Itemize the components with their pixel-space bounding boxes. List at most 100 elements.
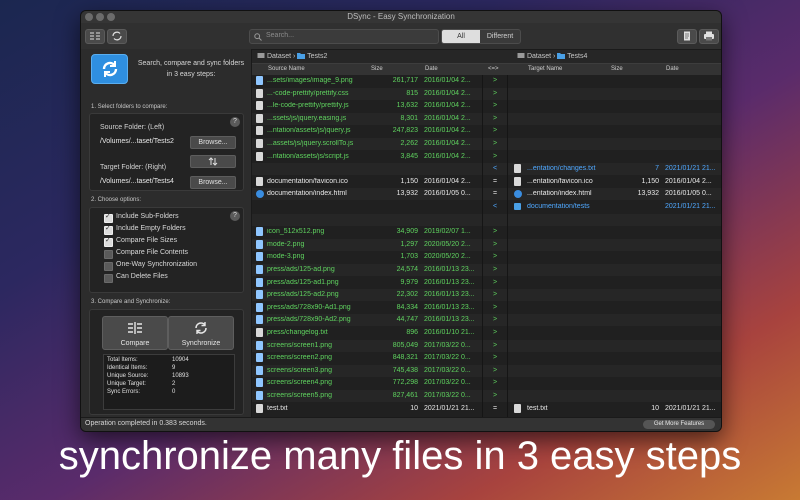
table-row[interactable]: press/ads/125-ad.png 24,574 2016/01/13 23.… [252, 264, 721, 276]
col-source-name[interactable]: Source Name [268, 66, 305, 72]
source-name: icon_512x512.png [267, 228, 325, 236]
compare-icon [128, 322, 142, 334]
table-row[interactable]: screens/screen3.png 745,438 2017/03/22 0..… [252, 364, 721, 377]
table-row[interactable]: ...assets/js/jquery.scrollTo.js 2,262 2016… [252, 138, 721, 150]
table-row[interactable] [252, 213, 721, 226]
stat-value: 10904 [172, 357, 189, 363]
image-file-icon [256, 340, 263, 350]
compare-result: > [492, 392, 498, 399]
col-target-name[interactable]: Target Name [528, 66, 562, 72]
table-row[interactable]: documentation/index.html 13,932 2016/01/05… [252, 188, 721, 201]
source-date: 2017/03/22 0... [424, 341, 471, 349]
col-target-date[interactable]: Date [666, 66, 679, 72]
get-more-features-button[interactable]: Get More Features [643, 420, 715, 429]
table-row[interactable]: press/changelog.txt 896 2016/01/10 21... > [252, 327, 721, 339]
table-row[interactable]: press/ads/125-ad1.png 9,979 2016/01/13 23.… [252, 277, 721, 289]
table-row[interactable]: ...sets/images/image_9.png 261,717 2016/01… [252, 75, 721, 87]
table-row[interactable]: ...ntation/assets/js/jquery.js 247,823 201… [252, 125, 721, 137]
table-row[interactable]: press/ads/728x90-Ad2.png 44,747 2016/01/13… [252, 314, 721, 327]
compare-button[interactable]: Compare [102, 316, 168, 350]
breadcrumb-folder: Tests2 [307, 53, 328, 60]
table-row[interactable]: documentation/favicon.ico 1,150 2016/01/04… [252, 176, 721, 188]
table-row[interactable]: screens/screen4.png 772,298 2017/03/22 0..… [252, 377, 721, 389]
source-date: 2016/01/04 2... [424, 102, 471, 110]
filter-all-button[interactable]: All [442, 30, 480, 43]
col-source-size[interactable]: Size [371, 66, 383, 72]
table-row[interactable]: ...ssets/js/jquery.easing.js 8,301 2016/01… [252, 112, 721, 125]
table-row[interactable]: < documentation/tests 2021/01/21 21... [252, 201, 721, 213]
source-size: 44,747 [396, 316, 418, 324]
compare-result: > [492, 303, 498, 311]
checkbox[interactable] [104, 236, 113, 247]
print-button[interactable] [699, 29, 719, 44]
source-size: 22,302 [396, 291, 418, 299]
image-file-icon [256, 391, 263, 400]
source-name: press/changelog.txt [267, 329, 328, 336]
checkbox[interactable] [104, 224, 113, 235]
target-name: ...entation/changes.txt [527, 165, 596, 173]
source-date: 2016/01/13 23... [424, 278, 475, 286]
checkbox[interactable] [104, 274, 113, 283]
col-source-date[interactable]: Date [425, 66, 438, 72]
synchronize-button[interactable]: Synchronize [168, 316, 234, 350]
compare-result: > [492, 228, 498, 236]
file-icon [256, 113, 263, 123]
compare-result: > [492, 240, 498, 248]
col-target-size[interactable]: Size [611, 66, 623, 72]
swap-icon [208, 157, 218, 166]
table-row[interactable]: screens/screen1.png 805,049 2017/03/22 0..… [252, 339, 721, 352]
help-icon[interactable]: ? [230, 117, 240, 127]
toolbar: Search... All Different [81, 23, 721, 50]
compare-result: > [492, 127, 498, 135]
checkbox[interactable] [104, 212, 113, 223]
table-row[interactable]: mode-2.png 1,297 2020/05/20 2... > [252, 238, 721, 251]
source-size: 896 [406, 329, 418, 336]
target-date: 2016/01/05 0... [665, 190, 712, 198]
image-file-icon [256, 378, 263, 388]
source-date: 2016/01/13 23... [424, 303, 475, 311]
table-row[interactable]: ...-code-prettify/prettify.css 815 2016/01… [252, 87, 721, 100]
source-size: 1,150 [400, 177, 418, 185]
target-browse-button[interactable]: Browse... [190, 176, 236, 189]
filter-segmented-control[interactable]: All Different [441, 29, 521, 44]
table-row[interactable]: ...ntation/assets/js/script.js 3,845 2016/… [252, 151, 721, 163]
filter-different-button[interactable]: Different [480, 30, 520, 43]
table-row[interactable]: mode-3.png 1,703 2020/05/20 2... > [252, 251, 721, 263]
compare-result: = [492, 177, 498, 185]
target-name: documentation/tests [527, 203, 590, 210]
file-icon [256, 126, 263, 136]
breadcrumb-root: Dataset [266, 53, 292, 60]
image-file-icon [256, 252, 263, 262]
table-row[interactable]: ...le-code-prettify/prettify.js 13,632 201… [252, 100, 721, 112]
source-date: 2017/03/22 0... [424, 379, 471, 387]
checkbox[interactable] [104, 262, 113, 271]
swap-folders-button[interactable] [190, 155, 236, 168]
table-row[interactable]: icon_512x512.png 34,909 2019/02/07 1... > [252, 226, 721, 238]
source-date: 2020/05/20 2... [424, 253, 471, 261]
source-date: 2016/01/13 23... [424, 266, 475, 273]
file-comparison-list[interactable]: ...sets/images/image_9.png 261,717 2016/01… [252, 75, 721, 417]
source-name: press/ads/125-ad2.png [267, 291, 339, 299]
checkbox[interactable] [104, 250, 113, 259]
source-size: 247,823 [392, 127, 418, 135]
table-row[interactable]: press/ads/728x90-Ad1.png 84,334 2016/01/13… [252, 302, 721, 314]
table-row[interactable]: screens/screen2.png 848,321 2017/03/22 0..… [252, 352, 721, 364]
source-date: 2017/03/22 0... [424, 392, 471, 399]
table-row[interactable]: < ...entation/changes.txt 7 2021/01/21 21..… [252, 163, 721, 176]
search-field[interactable]: Search... [249, 29, 439, 44]
table-row[interactable]: screens/screen5.png 827,461 2017/03/22 0..… [252, 390, 721, 402]
compare-toolbar-button[interactable] [85, 29, 105, 44]
source-name: screens/screen1.png [267, 341, 332, 349]
source-name: press/ads/728x90-Ad2.png [267, 316, 351, 324]
source-size: 2,262 [400, 140, 418, 147]
table-row[interactable]: press/ads/125-ad2.png 22,302 2016/01/13 23… [252, 289, 721, 302]
sync-toolbar-button[interactable] [107, 29, 127, 44]
compare-result: > [492, 278, 498, 286]
step2-box: ? Include Sub-Folders Include Empty Fold… [89, 207, 244, 293]
source-browse-button[interactable]: Browse... [190, 136, 236, 149]
help-icon[interactable]: ? [230, 211, 240, 221]
report-button[interactable] [677, 29, 697, 44]
table-row[interactable]: test.txt 10 2021/01/21 21... = test.txt 10 202… [252, 403, 721, 415]
compare-result: > [492, 77, 498, 84]
source-size: 10 [410, 404, 418, 412]
